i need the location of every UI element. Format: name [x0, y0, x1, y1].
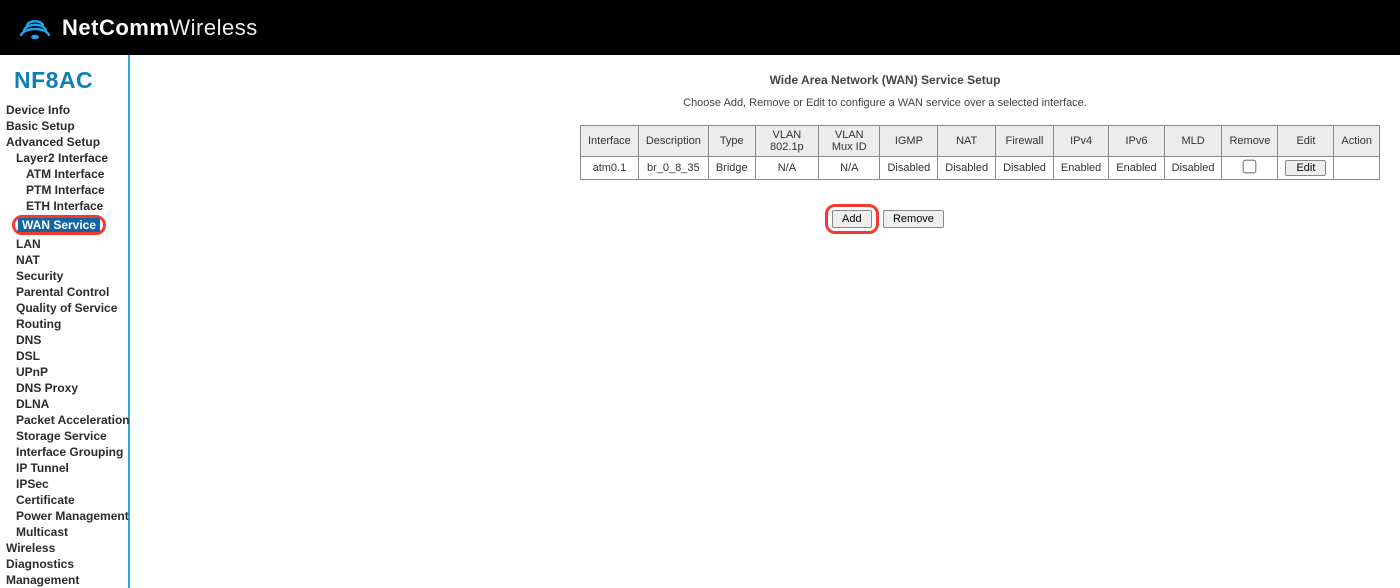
nav-device-info[interactable]: Device Info: [6, 102, 128, 118]
cell-edit: Edit: [1278, 157, 1334, 180]
col-firewall: Firewall: [996, 126, 1054, 157]
nav-management[interactable]: Management: [6, 572, 128, 588]
nav-dns-proxy[interactable]: DNS Proxy: [6, 380, 128, 396]
remove-checkbox[interactable]: [1243, 160, 1257, 174]
nav-basic-setup[interactable]: Basic Setup: [6, 118, 128, 134]
col-action: Action: [1334, 126, 1380, 157]
page-subtitle: Choose Add, Remove or Edit to configure …: [580, 97, 1190, 109]
cell-vlanmux: N/A: [819, 157, 880, 180]
cell-firewall: Disabled: [996, 157, 1054, 180]
col-type: Type: [708, 126, 755, 157]
cell-igmp: Disabled: [880, 157, 938, 180]
add-button-highlight-ring: Add: [825, 204, 879, 234]
col-mld: MLD: [1164, 126, 1222, 157]
nav-qos[interactable]: Quality of Service: [6, 300, 128, 316]
page-title: Wide Area Network (WAN) Service Setup: [580, 73, 1190, 87]
cell-interface: atm0.1: [581, 157, 639, 180]
nav-diagnostics[interactable]: Diagnostics: [6, 556, 128, 572]
netcomm-logo-icon: [18, 15, 52, 41]
cell-ipv6: Enabled: [1109, 157, 1164, 180]
nav-ptm-interface[interactable]: PTM Interface: [6, 182, 128, 198]
nav-dsl[interactable]: DSL: [6, 348, 128, 364]
nav-certificate[interactable]: Certificate: [6, 492, 128, 508]
nav-power-mgmt[interactable]: Power Management: [6, 508, 128, 524]
col-vlanmux: VLAN Mux ID: [819, 126, 880, 157]
sidebar: NF8AC Device Info Basic Setup Advanced S…: [0, 55, 130, 588]
nav-wan-service[interactable]: WAN Service: [6, 214, 106, 236]
nav-storage-service[interactable]: Storage Service: [6, 428, 128, 444]
nav-ipsec[interactable]: IPSec: [6, 476, 128, 492]
nav-dlna[interactable]: DLNA: [6, 396, 128, 412]
nav-lan[interactable]: LAN: [6, 236, 128, 252]
cell-description: br_0_8_35: [638, 157, 708, 180]
nav-routing[interactable]: Routing: [6, 316, 128, 332]
col-igmp: IGMP: [880, 126, 938, 157]
wan-service-table: Interface Description Type VLAN 802.1p V…: [580, 125, 1380, 180]
col-vlan8021p: VLAN 802.1p: [755, 126, 818, 157]
nav-wan-service-highlight-ring: WAN Service: [12, 215, 106, 235]
cell-vlan8021p: N/A: [755, 157, 818, 180]
col-edit: Edit: [1278, 126, 1334, 157]
nav-parental-control[interactable]: Parental Control: [6, 284, 128, 300]
col-ipv6: IPv6: [1109, 126, 1164, 157]
sidebar-nav: Device Info Basic Setup Advanced Setup L…: [0, 100, 128, 588]
cell-mld: Disabled: [1164, 157, 1222, 180]
cell-type: Bridge: [708, 157, 755, 180]
brand-name: NetCommWireless: [62, 15, 258, 41]
nav-multicast[interactable]: Multicast: [6, 524, 128, 540]
col-description: Description: [638, 126, 708, 157]
main-content: Wide Area Network (WAN) Service Setup Ch…: [130, 55, 1400, 588]
nav-wireless[interactable]: Wireless: [6, 540, 128, 556]
nav-nat[interactable]: NAT: [6, 252, 128, 268]
nav-ip-tunnel[interactable]: IP Tunnel: [6, 460, 128, 476]
col-interface: Interface: [581, 126, 639, 157]
table-row: atm0.1 br_0_8_35 Bridge N/A N/A Disabled…: [581, 157, 1380, 180]
add-button[interactable]: Add: [832, 210, 872, 228]
brand-name-bold: NetComm: [62, 15, 169, 40]
nav-atm-interface[interactable]: ATM Interface: [6, 166, 128, 182]
nav-upnp[interactable]: UPnP: [6, 364, 128, 380]
col-nat: NAT: [938, 126, 996, 157]
cell-action: [1334, 157, 1380, 180]
nav-interface-grouping[interactable]: Interface Grouping: [6, 444, 128, 460]
nav-dns[interactable]: DNS: [6, 332, 128, 348]
cell-nat: Disabled: [938, 157, 996, 180]
remove-button[interactable]: Remove: [883, 210, 944, 228]
col-remove: Remove: [1222, 126, 1278, 157]
header-bar: NetCommWireless: [0, 0, 1400, 55]
cell-remove: [1222, 157, 1278, 180]
edit-row-button[interactable]: Edit: [1285, 160, 1326, 176]
brand-name-light: Wireless: [169, 15, 257, 40]
model-label: NF8AC: [0, 59, 128, 100]
cell-ipv4: Enabled: [1053, 157, 1108, 180]
nav-security[interactable]: Security: [6, 268, 128, 284]
col-ipv4: IPv4: [1053, 126, 1108, 157]
action-buttons: Add Remove: [580, 204, 1190, 234]
nav-layer2-interface[interactable]: Layer2 Interface: [6, 150, 128, 166]
table-header-row: Interface Description Type VLAN 802.1p V…: [581, 126, 1380, 157]
nav-packet-accel[interactable]: Packet Acceleration: [6, 412, 128, 428]
nav-advanced-setup[interactable]: Advanced Setup: [6, 134, 128, 150]
nav-eth-interface[interactable]: ETH Interface: [6, 198, 128, 214]
nav-wan-service-label: WAN Service: [18, 218, 100, 232]
